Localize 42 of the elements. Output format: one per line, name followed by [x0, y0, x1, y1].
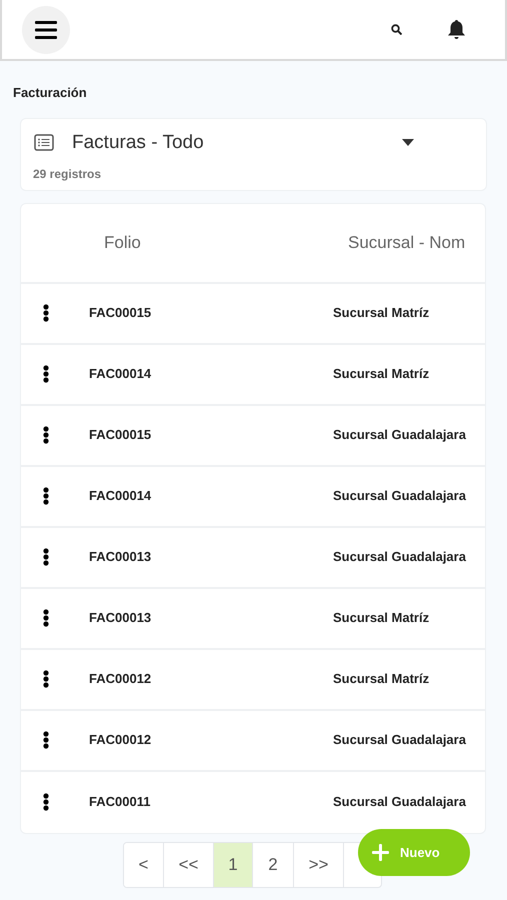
table-cell-text: FAC00013 — [89, 609, 152, 628]
more-options-icon[interactable] — [43, 670, 49, 688]
table-cell-text: FAC00012 — [89, 670, 152, 688]
table-cell-text: Sucursal Matríz — [333, 365, 430, 384]
more-options-icon[interactable] — [43, 487, 49, 505]
more-options-icon[interactable] — [43, 304, 49, 322]
table-cell-text: Sucursal Guadalajara — [333, 793, 466, 812]
table-cell-text: FAC00014 — [89, 487, 152, 506]
page-title: Facturación — [13, 84, 87, 102]
table-cell-text: FAC00011 — [89, 793, 152, 812]
table-cell-text: Sucursal Guadalajara — [333, 487, 466, 506]
bell-icon[interactable] — [447, 19, 466, 40]
table-cell-text: Sucursal Guadalajara — [333, 731, 466, 750]
dropdown-caret-icon[interactable] — [402, 139, 414, 146]
page-button[interactable]: 1 — [214, 842, 253, 886]
table-cell-text: Sucursal Matríz — [333, 304, 430, 322]
table-cell-text: Sucursal Guadalajara — [333, 548, 466, 566]
table-cell-text: FAC00012 — [89, 731, 152, 750]
table-cell-text: Sucursal Guadalajara — [333, 426, 466, 444]
more-options-icon[interactable] — [43, 548, 49, 566]
table-cell-text: FAC00015 — [89, 304, 152, 322]
column-header: Sucursal - Nom — [348, 232, 466, 254]
table-cell-text: Sucursal Matríz — [333, 609, 430, 628]
more-options-icon[interactable] — [43, 609, 49, 627]
search-icon[interactable] — [391, 24, 402, 35]
column-header: Folio — [104, 232, 142, 254]
record-count: 29 registros — [33, 166, 102, 183]
more-options-icon[interactable] — [43, 793, 49, 811]
menu-button[interactable] — [22, 6, 70, 54]
list-icon — [34, 134, 54, 152]
more-options-icon[interactable] — [43, 731, 49, 749]
table-cell-text: FAC00014 — [89, 365, 152, 384]
more-options-icon[interactable] — [43, 426, 49, 444]
table-cell-text: Sucursal Matríz — [333, 670, 430, 688]
menu-icon — [35, 20, 57, 38]
plus-icon — [372, 844, 389, 861]
view-selector[interactable]: Facturas - Todo 29 registros — [20, 118, 487, 190]
more-options-icon[interactable] — [43, 365, 49, 383]
table-cell-text: FAC00013 — [89, 548, 152, 566]
table-cell-text: FAC00015 — [89, 426, 152, 444]
page-button[interactable]: < — [124, 842, 164, 886]
view-title: Facturas - Todo — [72, 130, 204, 154]
